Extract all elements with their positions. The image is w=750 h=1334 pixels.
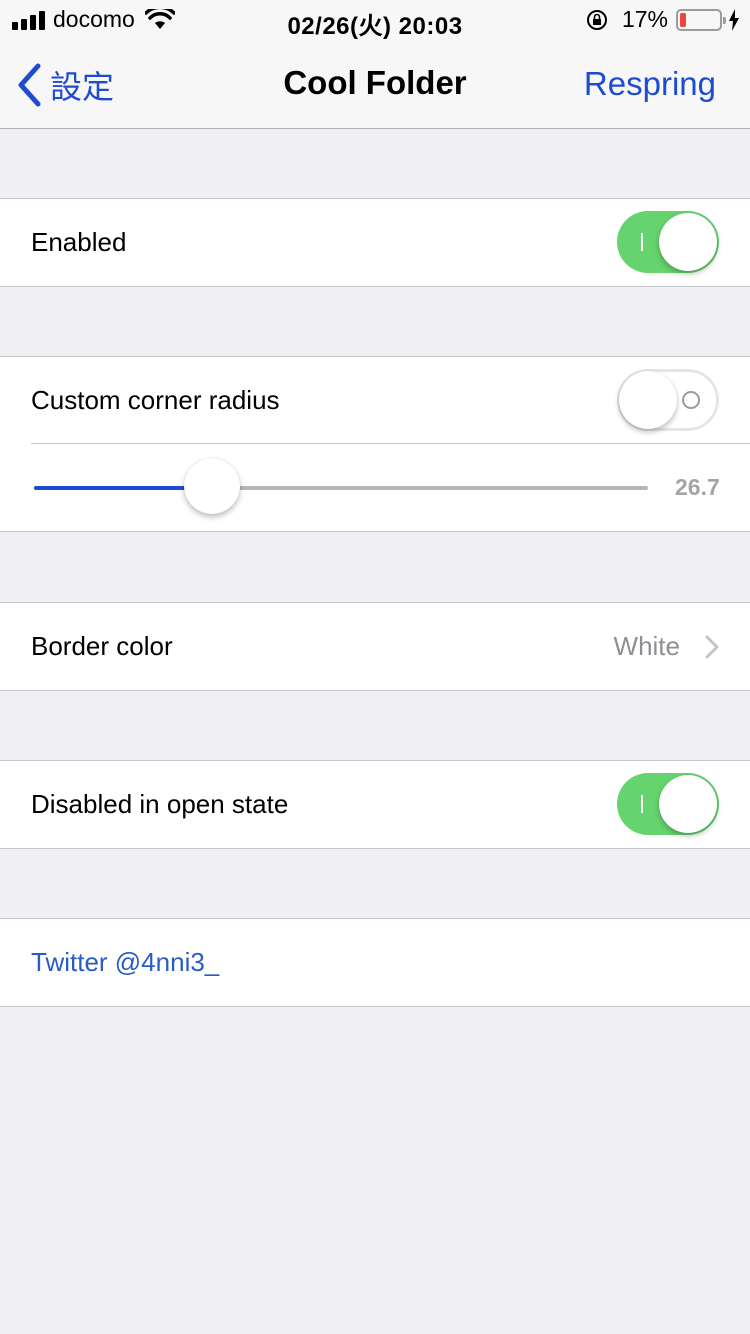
cell-custom-corner-radius: Custom corner radius xyxy=(0,357,750,444)
battery-percent: 17% xyxy=(621,6,668,32)
corner-radius-slider-track[interactable] xyxy=(34,486,648,490)
battery-level xyxy=(680,12,686,27)
corner-radius-slider-cell: 26.7 xyxy=(0,444,750,531)
toggle-knob xyxy=(619,371,677,429)
cell-border-color[interactable]: Border color White xyxy=(0,603,750,690)
custom-corner-radius-toggle[interactable] xyxy=(617,369,719,431)
disabled-in-open-state-label: Disabled in open state xyxy=(31,789,289,819)
toggle-knob xyxy=(659,775,717,833)
group-corner-radius: Custom corner radius 26.7 xyxy=(0,356,750,532)
enabled-toggle[interactable] xyxy=(617,211,719,273)
status-right: 17% xyxy=(586,6,740,33)
cell-disabled-in-open-state: Disabled in open state xyxy=(0,761,750,848)
border-color-value: White xyxy=(613,631,680,661)
enabled-label: Enabled xyxy=(31,227,127,257)
status-bar: docomo 02/26(火) 20:03 17% xyxy=(0,0,750,40)
charging-bolt-icon xyxy=(729,8,739,31)
battery-icon xyxy=(676,8,726,31)
corner-radius-slider-thumb[interactable] xyxy=(184,458,240,514)
twitter-link[interactable]: Twitter @4nni3_ xyxy=(31,947,219,978)
group-border-color: Border color White xyxy=(0,602,750,691)
cell-twitter-link[interactable]: Twitter @4nni3_ xyxy=(0,919,750,1006)
toggle-off-mark xyxy=(682,391,700,409)
respring-button[interactable]: Respring xyxy=(584,65,716,103)
toggle-knob xyxy=(659,213,717,271)
toggle-on-mark xyxy=(641,795,643,813)
corner-radius-value: 26.7 xyxy=(675,474,720,500)
group-twitter: Twitter @4nni3_ xyxy=(0,918,750,1007)
navigation-bar: 設定 Cool Folder Respring xyxy=(0,40,750,129)
group-disabled-open-state: Disabled in open state xyxy=(0,760,750,849)
custom-corner-radius-label: Custom corner radius xyxy=(31,385,280,415)
border-color-label: Border color xyxy=(31,631,173,661)
disabled-in-open-state-toggle[interactable] xyxy=(617,773,719,835)
orientation-lock-icon xyxy=(586,9,607,30)
chevron-right-icon xyxy=(705,635,719,659)
group-enabled: Enabled xyxy=(0,198,750,287)
toggle-on-mark xyxy=(641,233,643,251)
cell-enabled: Enabled xyxy=(0,199,750,286)
